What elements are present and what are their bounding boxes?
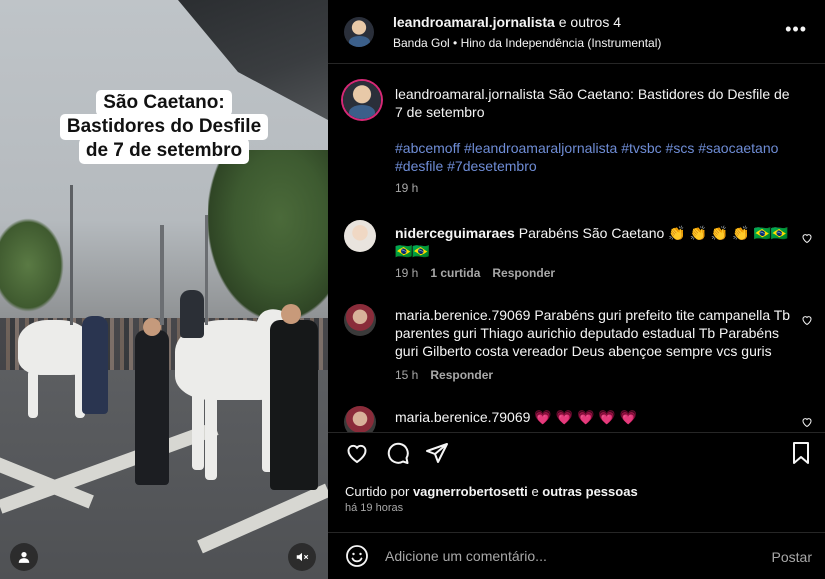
comment-meta: 19 h 1 curtida Responder — [395, 266, 555, 280]
person-handler — [82, 316, 108, 414]
comments-list: leandroamaral.jornalista São Caetano: Ba… — [328, 64, 825, 432]
commenter-avatar[interactable] — [344, 406, 376, 432]
post-header: leandroamaral.jornalista e outros 4 Band… — [328, 0, 825, 64]
child-rider — [180, 290, 204, 338]
video-caption: São Caetano: Bastidores do Desfile de 7 … — [49, 90, 279, 164]
comment-icon[interactable] — [386, 441, 410, 465]
more-options-button[interactable]: ••• — [785, 20, 807, 38]
comment-body: 💗 💗 💗 💗 💗 — [534, 409, 638, 425]
trees-right — [208, 150, 328, 320]
video-caption-line: de 7 de setembro — [78, 138, 250, 164]
light-pole — [70, 185, 73, 325]
heart-icon[interactable] — [345, 441, 369, 465]
comment-time[interactable]: 19 h — [395, 266, 418, 280]
utility-pole — [160, 225, 164, 325]
comment-username[interactable]: niderceguimaraes — [395, 225, 515, 241]
comment-username[interactable]: maria.berenice.79069 — [395, 409, 530, 425]
caption-meta: 19 h — [395, 181, 418, 195]
user-icon — [18, 552, 30, 563]
comment-meta: 15 h Responder — [395, 368, 493, 382]
music-info[interactable]: Banda Gol • Hino da Independência (Instr… — [393, 36, 661, 50]
coauthors-text[interactable]: e outros 4 — [559, 14, 621, 30]
comment-username[interactable]: maria.berenice.79069 — [395, 307, 530, 323]
caption-text: leandroamaral.jornalista São Caetano: Ba… — [395, 85, 797, 121]
mute-button[interactable] — [288, 543, 316, 571]
like-comment-heart-icon[interactable] — [801, 314, 813, 326]
caption-username[interactable]: leandroamaral.jornalista — [395, 86, 544, 102]
comment-text: maria.berenice.79069 💗 💗 💗 💗 💗 — [395, 408, 797, 426]
tagged-users-button[interactable] — [10, 543, 38, 571]
person-woman — [135, 330, 169, 485]
action-bar — [328, 432, 825, 472]
utility-pole — [205, 215, 208, 325]
speaker-muted-icon — [296, 552, 309, 562]
comment-text: maria.berenice.79069 Parabéns guri prefe… — [395, 306, 797, 360]
author-username[interactable]: leandroamaral.jornalista e outros 4 — [393, 14, 621, 30]
author-avatar[interactable] — [344, 17, 374, 47]
bookmark-icon[interactable] — [789, 441, 813, 465]
video-caption-line: São Caetano: — [96, 90, 232, 116]
likes-others[interactable]: outras pessoas — [542, 484, 637, 499]
horse-leg — [205, 395, 217, 480]
commenter-avatar[interactable] — [344, 220, 376, 252]
horse-leg — [192, 390, 204, 470]
likes-summary: Curtido por vagnerrobertosetti e outras … — [345, 484, 638, 499]
caption-avatar[interactable] — [343, 81, 381, 119]
comment-likes[interactable]: 1 curtida — [430, 266, 480, 280]
likes-conj: e — [531, 484, 539, 499]
share-icon[interactable] — [425, 441, 449, 465]
hashtag-links[interactable]: #abcemoff #leandroamaraljornalista #tvsb… — [395, 140, 778, 174]
post-button[interactable]: Postar — [772, 549, 812, 565]
emoji-icon[interactable] — [345, 544, 369, 568]
likes-prefix: Curtido por — [345, 484, 410, 499]
trees-left — [0, 210, 70, 320]
caption-time[interactable]: 19 h — [395, 181, 418, 195]
post-details-panel: leandroamaral.jornalista e outros 4 Band… — [328, 0, 825, 579]
person-head — [281, 304, 301, 324]
person-head — [143, 318, 161, 336]
commenter-avatar[interactable] — [344, 304, 376, 336]
likes-user[interactable]: vagnerrobertosetti — [413, 484, 528, 499]
reply-button[interactable]: Responder — [430, 368, 493, 382]
horse-leg — [28, 370, 38, 418]
like-comment-heart-icon[interactable] — [801, 232, 813, 244]
comment-time[interactable]: 15 h — [395, 368, 418, 382]
person-man — [270, 320, 318, 490]
add-comment-bar: Postar — [328, 532, 825, 579]
post-media[interactable]: São Caetano: Bastidores do Desfile de 7 … — [0, 0, 328, 579]
post-time-ago[interactable]: há 19 horas — [345, 502, 403, 514]
reply-button[interactable]: Responder — [492, 266, 555, 280]
comment-input[interactable] — [385, 546, 745, 566]
like-comment-heart-icon[interactable] — [801, 416, 813, 428]
video-caption-line: Bastidores do Desfile — [59, 114, 269, 140]
caption-hashtags: #abcemoff #leandroamaraljornalista #tvsb… — [395, 139, 797, 175]
author-username-text[interactable]: leandroamaral.jornalista — [393, 14, 555, 30]
comment-text: niderceguimaraes Parabéns São Caetano 👏 … — [395, 224, 797, 260]
